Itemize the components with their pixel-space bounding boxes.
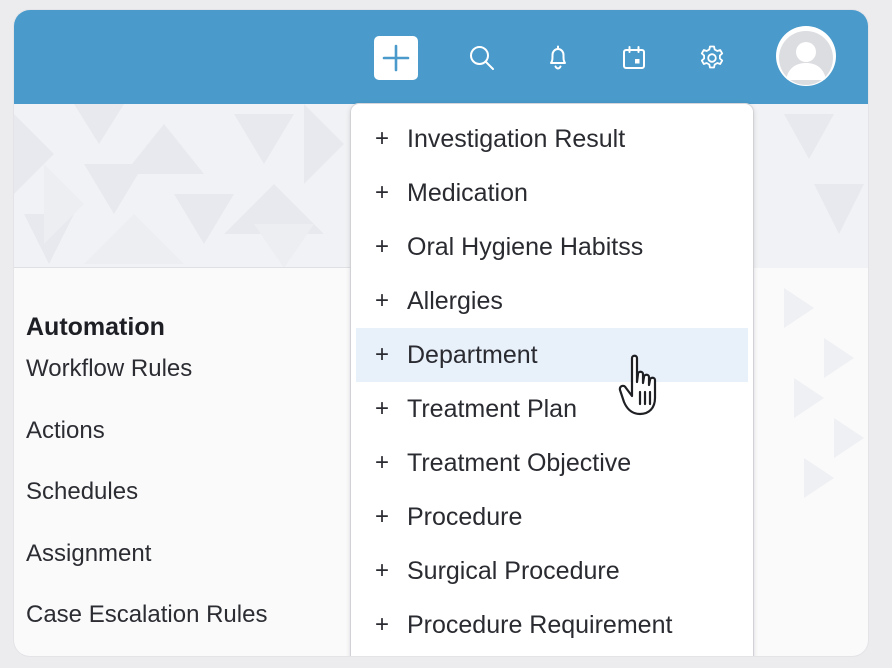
menu-item-oral-hygiene-habitss[interactable]: + Oral Hygiene Habitss [356, 220, 748, 274]
calendar-button[interactable] [612, 36, 656, 80]
avatar[interactable] [776, 26, 836, 86]
menu-item-medication[interactable]: + Medication [356, 166, 748, 220]
notifications-button[interactable] [536, 36, 580, 80]
plus-icon: + [375, 125, 390, 152]
menu-item-label: Department [407, 340, 538, 369]
menu-item-label: Allergies [407, 286, 503, 315]
plus-icon: + [375, 395, 390, 422]
settings-sidebar: Automation Workflow Rules Actions Schedu… [26, 306, 267, 656]
plus-icon: + [375, 341, 390, 368]
menu-item-label: Procedure Requirement [407, 610, 673, 639]
menu-item-procedure-requirement[interactable]: + Procedure Requirement [356, 598, 748, 652]
bell-icon [550, 45, 566, 70]
plus-icon: + [375, 611, 390, 638]
banner-divider [14, 267, 354, 268]
menu-item-surgical-procedure[interactable]: + Surgical Procedure [356, 544, 748, 598]
app-window: Automation Workflow Rules Actions Schedu… [14, 10, 868, 656]
sidebar-item-actions[interactable]: Actions [26, 410, 267, 472]
menu-item-label: Procedure [407, 502, 523, 531]
plus-icon: + [375, 503, 390, 530]
user-silhouette-icon [779, 31, 833, 85]
menu-item-procedure[interactable]: + Procedure [356, 490, 748, 544]
menu-item-investigation-result[interactable]: + Investigation Result [356, 112, 748, 166]
search-icon [470, 46, 494, 70]
top-navigation-bar [14, 10, 868, 104]
menu-item-label: Treatment Plan [407, 394, 577, 423]
side-pattern [784, 288, 864, 498]
menu-item-treatment-objective[interactable]: + Treatment Objective [356, 436, 748, 490]
sidebar-item-case-escalation-rules[interactable]: Case Escalation Rules [26, 594, 267, 656]
hand-pointer-cursor-icon [618, 354, 657, 416]
menu-item-label: Investigation Result [407, 124, 626, 153]
create-new-button[interactable] [374, 36, 418, 80]
menu-item-allergies[interactable]: + Allergies [356, 274, 748, 328]
plus-icon [382, 44, 410, 72]
sidebar-item-schedules[interactable]: Schedules [26, 471, 267, 533]
settings-button[interactable] [690, 36, 734, 80]
menu-item-label: Oral Hygiene Habitss [407, 232, 644, 261]
menu-item-department[interactable]: + Department [356, 328, 748, 382]
sidebar-heading-automation: Automation [26, 313, 165, 341]
plus-icon: + [375, 233, 390, 260]
gear-icon [700, 45, 724, 69]
sidebar-item-workflow-rules[interactable]: Workflow Rules [26, 348, 267, 410]
search-button[interactable] [460, 36, 504, 80]
plus-icon: + [375, 449, 390, 476]
menu-item-label: Treatment Objective [407, 448, 632, 477]
menu-item-label: Surgical Procedure [407, 556, 620, 585]
menu-item-treatment-plan[interactable]: + Treatment Plan [356, 382, 748, 436]
calendar-icon [623, 46, 645, 69]
plus-icon: + [375, 557, 390, 584]
sidebar-item-assignment[interactable]: Assignment [26, 533, 267, 595]
plus-icon: + [375, 287, 390, 314]
menu-item-label: Medication [407, 178, 528, 207]
plus-icon: + [375, 179, 390, 206]
create-record-menu: + Investigation Result + Medication + Or… [351, 104, 753, 656]
